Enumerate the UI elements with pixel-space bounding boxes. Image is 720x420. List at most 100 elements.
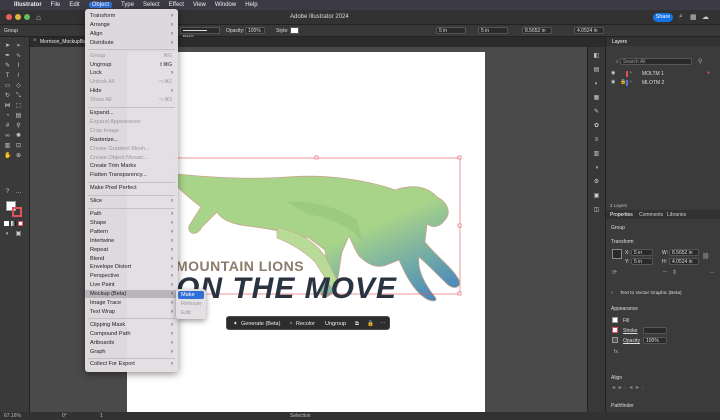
layers-search-input[interactable]: Search All — [620, 58, 692, 65]
selection-tool-icon[interactable]: ➤ — [4, 43, 11, 49]
menu-item-unlock-all[interactable]: Unlock All ⌥⌘2 — [85, 78, 178, 86]
stroke-panel-icon[interactable]: ≡ — [593, 137, 600, 143]
generate-beta-button[interactable]: Generate (Beta) — [241, 320, 280, 328]
color-mode-icon[interactable] — [4, 221, 9, 226]
menu-item-live-paint[interactable]: Live Paint › — [85, 281, 178, 289]
x-field[interactable]: 5 in — [436, 27, 466, 34]
blend-tool-icon[interactable]: ∞ — [4, 133, 11, 139]
menu-item-crop-image[interactable]: Crop Image — [85, 127, 178, 135]
menu-item-show-all[interactable]: Show All ⌥⌘3 — [85, 96, 178, 104]
gradient-mode-icon[interactable] — [11, 221, 16, 226]
menu-type[interactable]: Type — [121, 2, 134, 8]
rotate-tool-icon[interactable]: ↻ — [4, 93, 11, 99]
artboard-tool-icon[interactable]: ⊡ — [15, 143, 22, 149]
menu-object[interactable]: Object — [88, 2, 113, 8]
color-panel-icon[interactable]: ◐ — [593, 81, 600, 87]
menu-item-arrange[interactable]: Arrange › — [85, 21, 178, 29]
type-tool-icon[interactable]: T — [4, 73, 11, 79]
shape-builder-tool-icon[interactable]: ◔ — [4, 113, 11, 119]
text-to-vector-section[interactable]: Text to Vector Graphic (Beta) — [620, 291, 682, 296]
curvature-tool-icon[interactable]: ∿ — [15, 53, 22, 59]
reference-point-icon[interactable] — [612, 249, 622, 259]
pen-tool-icon[interactable]: ✒ — [4, 53, 11, 59]
lock-icon[interactable]: 🔒 — [367, 320, 374, 328]
rotation-view[interactable]: 0° — [62, 413, 67, 419]
width-tool-icon[interactable]: ⋈ — [4, 103, 11, 109]
duplicate-icon[interactable]: ⧉ — [355, 320, 359, 328]
selection-handle-tr[interactable] — [457, 155, 462, 160]
menu-item-group[interactable]: Group ⌘G — [85, 52, 178, 60]
submenu-item-release[interactable]: Release — [178, 300, 204, 308]
properties-panel-icon[interactable]: ◧ — [593, 53, 600, 59]
draw-mode-icon[interactable]: ◐ — [4, 231, 11, 237]
visibility-icon[interactable]: ◉ — [611, 79, 615, 85]
graphic-styles-panel-icon[interactable]: ▣ — [593, 193, 600, 199]
menu-item-expand[interactable]: Expand... — [85, 109, 178, 117]
y-field[interactable]: 5 in — [478, 27, 508, 34]
scale-tool-icon[interactable]: ⤡ — [15, 93, 22, 99]
close-window-icon[interactable] — [6, 14, 12, 20]
minimize-window-icon[interactable] — [15, 14, 21, 20]
opacity-field[interactable]: 100% — [245, 27, 265, 34]
more-icon[interactable]: ⋯ — [380, 320, 386, 328]
more-options-icon[interactable]: … — [709, 269, 715, 275]
h-input[interactable]: 4.0524 in — [669, 258, 699, 265]
menu-item-compound-path[interactable]: Compound Path › — [85, 330, 178, 338]
menu-item-text-wrap[interactable]: Text Wrap › — [85, 308, 178, 316]
menu-file[interactable]: File — [51, 2, 61, 8]
menu-view[interactable]: View — [193, 2, 206, 8]
zoom-level[interactable]: 67.16% — [4, 413, 21, 419]
direct-selection-tool-icon[interactable]: ➢ — [15, 43, 22, 49]
ungroup-button[interactable]: Ungroup — [325, 320, 346, 328]
layer-row[interactable]: ◉ › MOLTM 1 ● — [606, 69, 720, 78]
eraser-tool-icon[interactable]: ◇ — [15, 83, 22, 89]
home-icon[interactable]: ⌂ — [36, 13, 41, 22]
style-swatch[interactable] — [290, 27, 299, 34]
w-input[interactable]: 8.5652 in — [669, 249, 699, 256]
visibility-icon[interactable]: ◉ — [611, 70, 615, 76]
menu-select[interactable]: Select — [143, 2, 160, 8]
search-icon[interactable]: ⌕ — [679, 13, 683, 21]
screen-mode-icon[interactable]: ▣ — [15, 231, 22, 237]
menu-item-slice[interactable]: Slice › — [85, 197, 178, 205]
layers-panel-icon[interactable]: ◫ — [593, 207, 600, 213]
menu-item-blend[interactable]: Blend › — [85, 255, 178, 263]
menu-item-mockup-beta[interactable]: Mockup (Beta) › — [85, 290, 178, 299]
symbol-sprayer-tool-icon[interactable]: ✺ — [15, 133, 22, 139]
rectangle-tool-icon[interactable]: ▭ — [4, 83, 11, 89]
menu-item-make-pixel-perfect[interactable]: Make Pixel Perfect — [85, 184, 178, 192]
menu-item-repeat[interactable]: Repeat › — [85, 246, 178, 254]
layer-name[interactable]: MLOTM 2 — [642, 80, 664, 86]
menu-item-transform[interactable]: Transform › — [85, 12, 178, 20]
menu-item-rasterize[interactable]: Rasterize... — [85, 136, 178, 144]
layers-filter-icon[interactable]: ⚲ — [698, 58, 702, 65]
menu-item-expand-appearance[interactable]: Expand Appearance — [85, 118, 178, 126]
expand-icon[interactable]: › — [630, 79, 632, 85]
stroke-weight-input[interactable] — [643, 327, 667, 334]
more-tools-icon[interactable]: … — [15, 189, 22, 195]
libraries-panel-icon[interactable]: ▤ — [593, 67, 600, 73]
submenu-item-make[interactable]: Make — [178, 291, 204, 299]
gradient-tool-icon[interactable]: ▤ — [15, 113, 22, 119]
expand-icon[interactable]: › — [630, 70, 632, 76]
appearance-panel-icon[interactable]: ⚙ — [593, 179, 600, 185]
submenu-item-edit[interactable]: Edit — [178, 309, 204, 317]
artboard-number[interactable]: 1 — [100, 413, 103, 419]
fx-button[interactable]: fx. — [614, 349, 619, 355]
menu-item-artboards[interactable]: Artboards › — [85, 339, 178, 347]
opacity-input[interactable]: 100% — [643, 337, 667, 344]
menu-effect[interactable]: Effect — [169, 2, 184, 8]
menu-item-pattern[interactable]: Pattern › — [85, 228, 178, 236]
selection-handle-br[interactable] — [457, 291, 462, 296]
selection-handle-mr[interactable] — [457, 223, 462, 228]
menu-item-image-trace[interactable]: Image Trace › — [85, 299, 178, 307]
fill-swatch-icon[interactable] — [612, 317, 618, 323]
pencil-tool-icon[interactable]: ✎ — [4, 63, 11, 69]
menu-item-ungroup[interactable]: Ungroup ⇧⌘G — [85, 61, 178, 69]
stroke-swatch[interactable] — [12, 207, 22, 217]
zoom-tool-icon[interactable]: ⊕ — [15, 153, 22, 159]
line-tool-icon[interactable]: / — [15, 73, 22, 79]
eyedropper-tool-icon[interactable]: ⚲ — [15, 123, 22, 129]
align-buttons[interactable]: ⫷⫸⫶⫷⫸⫶ — [612, 385, 647, 392]
workspace-icon[interactable]: ▦ — [690, 13, 697, 21]
